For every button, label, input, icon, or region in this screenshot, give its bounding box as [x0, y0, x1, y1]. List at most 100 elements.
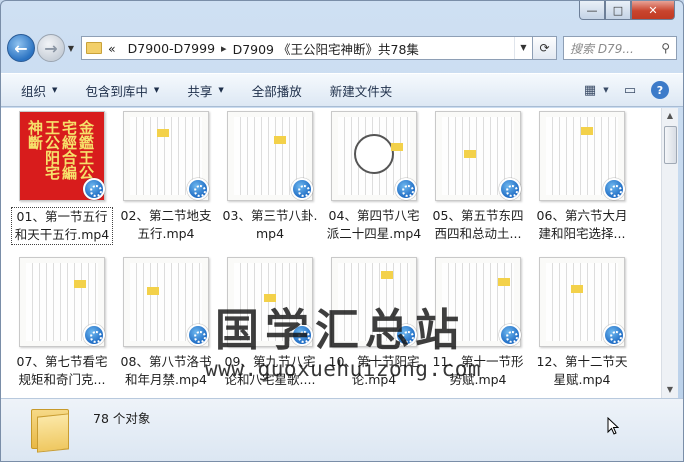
file-name-line: 06、第六节大月: [536, 208, 628, 223]
file-item[interactable]: 04、第四节八宅 派二十四星.mp4: [323, 108, 425, 248]
new-folder-label: 新建文件夹: [329, 83, 393, 99]
file-list[interactable]: 金鑑王公宅經合編 王公阳宅神斷 01、第一节五行 和天干五行.mp4 02、第二节地支…: [1, 108, 662, 398]
file-name: 12、第十二节天 星赋.mp4: [531, 353, 633, 389]
organize-menu[interactable]: 组织 ▼: [21, 81, 57, 100]
file-name: 03、第三节八卦. mp4: [219, 207, 321, 243]
play-all-label: 全部播放: [251, 83, 302, 99]
file-name: 06、第六节大月 建和阳宅选择...: [531, 207, 633, 243]
share-label: 共享: [187, 83, 213, 99]
new-folder-button[interactable]: 新建文件夹: [330, 81, 393, 100]
file-name-line: 01、第一节五行: [16, 209, 108, 224]
media-player-icon: [499, 178, 521, 200]
media-player-icon: [291, 178, 313, 200]
forward-button[interactable]: →: [37, 34, 65, 62]
file-item[interactable]: 02、第二节地支 五行.mp4: [115, 108, 217, 248]
folder-icon: [86, 42, 102, 54]
file-name: 02、第二节地支 五行.mp4: [115, 207, 217, 243]
file-name-line: 08、第八节洛书: [120, 354, 212, 369]
file-name: 05、第五节东四 西四和总动土...: [427, 207, 529, 243]
explorer-window: — □ ✕ ← → ▼ « D7900-D7999 ▸ D7909 《王公阳宅神…: [0, 0, 684, 462]
address-dropdown-icon[interactable]: ▼: [514, 37, 532, 59]
toolbar-right: ▦ ▼ ▭ ?: [571, 79, 683, 101]
navigation-bar: ← → ▼ « D7900-D7999 ▸ D7909 《王公阳宅神断》共78集…: [7, 31, 677, 65]
folder-large-icon: [31, 405, 69, 453]
back-button[interactable]: ←: [7, 34, 35, 62]
watermark-title: 国学汇总站: [215, 305, 465, 356]
item-count: 78 个对象: [93, 411, 151, 426]
scroll-down-icon[interactable]: ▼: [662, 382, 678, 398]
file-name-line: 04、第四节八宅: [328, 208, 420, 223]
include-library-label: 包含到库中: [85, 83, 148, 99]
file-name-line: 02、第二节地支: [120, 208, 212, 223]
include-in-library-menu[interactable]: 包含到库中 ▼: [85, 81, 159, 100]
help-button[interactable]: ?: [649, 79, 671, 101]
caret-down-icon: ▼: [52, 86, 58, 94]
file-item[interactable]: 05、第五节东四 西四和总动土...: [427, 108, 529, 248]
media-player-icon: [395, 178, 417, 200]
media-player-icon: [187, 178, 209, 200]
file-name-line: 03、第三节八卦.: [222, 208, 318, 223]
media-player-icon: [603, 324, 625, 346]
view-dropdown-icon[interactable]: ▼: [601, 79, 611, 101]
recent-pages-dropdown[interactable]: ▼: [65, 44, 77, 53]
file-item[interactable]: 08、第八节洛书 和年月禁.mp4: [115, 254, 217, 394]
file-name-line: 派二十四星.mp4: [326, 226, 422, 241]
file-item[interactable]: 12、第十二节天 星赋.mp4: [531, 254, 633, 394]
breadcrumb-item-parent[interactable]: D7900-D7999: [128, 41, 215, 56]
refresh-icon: ⟳: [539, 41, 550, 55]
file-name-line: 西四和总动土...: [434, 226, 522, 241]
mouse-cursor-icon: [607, 417, 619, 435]
caret-down-icon: ▼: [218, 86, 224, 94]
watermark-url: www.guoxuehuizong.com: [205, 357, 482, 381]
file-name-line: 和年月禁.mp4: [124, 372, 208, 387]
preview-pane-icon[interactable]: ▭: [619, 79, 641, 101]
file-item[interactable]: 金鑑王公宅經合編 王公阳宅神斷 01、第一节五行 和天干五行.mp4: [11, 108, 113, 248]
vertical-scrollbar[interactable]: ▲ ▼: [661, 108, 678, 398]
file-name-line: 星赋.mp4: [553, 372, 611, 387]
address-bar[interactable]: « D7900-D7999 ▸ D7909 《王公阳宅神断》共78集 ▼: [81, 36, 533, 60]
caret-down-icon: ▼: [153, 86, 160, 94]
caption-buttons: — □ ✕: [579, 1, 675, 20]
breadcrumb-item-current[interactable]: D7909 《王公阳宅神断》共78集: [233, 39, 419, 58]
file-item[interactable]: 06、第六节大月 建和阳宅选择...: [531, 108, 633, 248]
search-input[interactable]: 搜索 D79...: [570, 40, 634, 57]
close-button[interactable]: ✕: [631, 1, 675, 20]
minimize-button[interactable]: —: [579, 1, 605, 20]
details-pane: 78 个对象: [1, 398, 683, 461]
file-name-line: 07、第七节看宅: [16, 354, 108, 369]
file-name-line: 规矩和奇门克...: [18, 372, 106, 387]
scrollbar-thumb[interactable]: [664, 126, 677, 164]
file-name-line: 05、第五节东四: [432, 208, 524, 223]
file-name: 04、第四节八宅 派二十四星.mp4: [323, 207, 425, 243]
help-icon: ?: [651, 81, 669, 99]
play-all-button[interactable]: 全部播放: [252, 81, 302, 100]
organize-label: 组织: [21, 83, 47, 99]
breadcrumb-chevron-icon[interactable]: ▸: [221, 42, 227, 55]
file-name-line: mp4: [255, 226, 285, 241]
share-menu[interactable]: 共享 ▼: [187, 81, 223, 100]
file-name-line: 和天干五行.mp4: [14, 227, 110, 242]
command-bar: 组织 ▼ 包含到库中 ▼ 共享 ▼ 全部播放 新建文件夹 ▦ ▼ ▭ ?: [1, 73, 683, 107]
file-name-line: 12、第十二节天: [536, 354, 628, 369]
back-arrow-icon: ←: [14, 38, 28, 58]
search-box[interactable]: 搜索 D79... ⚲: [563, 36, 677, 60]
scroll-up-icon[interactable]: ▲: [662, 108, 678, 124]
refresh-button[interactable]: ⟳: [533, 36, 557, 60]
media-player-icon: [83, 324, 105, 346]
search-icon[interactable]: ⚲: [661, 41, 670, 55]
file-name-line: 五行.mp4: [137, 226, 195, 241]
file-name: 08、第八节洛书 和年月禁.mp4: [115, 353, 217, 389]
file-item[interactable]: 03、第三节八卦. mp4: [219, 108, 321, 248]
forward-arrow-icon: →: [44, 38, 58, 58]
media-player-icon: [499, 324, 521, 346]
file-item[interactable]: 07、第七节看宅 规矩和奇门克...: [11, 254, 113, 394]
file-name-line: 建和阳宅选择...: [538, 226, 626, 241]
media-player-icon: [603, 178, 625, 200]
breadcrumb-overflow[interactable]: «: [108, 41, 116, 56]
media-player-icon: [83, 178, 105, 200]
file-name: 07、第七节看宅 规矩和奇门克...: [11, 353, 113, 389]
maximize-button[interactable]: □: [605, 1, 631, 20]
file-name: 01、第一节五行 和天干五行.mp4: [11, 207, 113, 245]
view-options-icon[interactable]: ▦: [579, 79, 601, 101]
media-player-icon: [187, 324, 209, 346]
